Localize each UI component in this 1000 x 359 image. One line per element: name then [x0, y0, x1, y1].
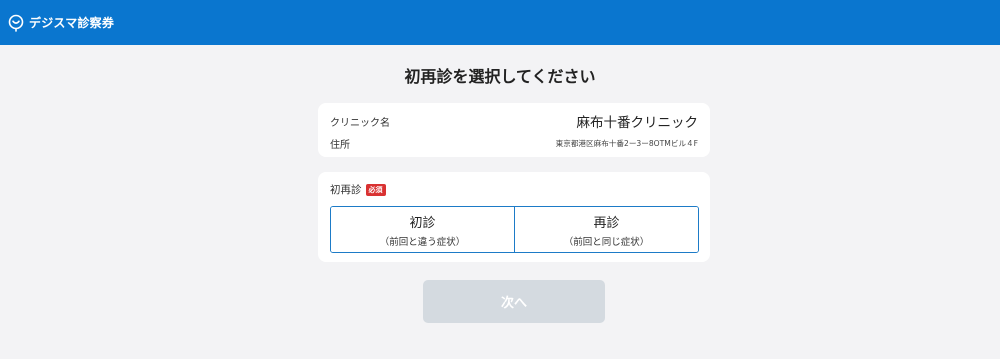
first-visit-subtitle: （前回と違う症状）: [379, 236, 466, 248]
app-header: デジスマ診察券: [0, 0, 1000, 45]
clinic-name-label: クリニック名: [330, 118, 390, 129]
location-pin-smile-icon: [7, 14, 25, 32]
address-value: 東京都港区麻布十番2ー3ー8OTMビル４F: [555, 139, 698, 148]
brand-name: デジスマ診察券: [29, 16, 115, 30]
first-visit-title: 初診: [409, 215, 436, 231]
page-title: 初再診を選択してください: [404, 67, 596, 86]
revisit-option[interactable]: 再診 （前回と同じ症状）: [514, 207, 698, 252]
address-label: 住所: [330, 140, 350, 151]
visit-type-choice-group: 初診 （前回と違う症状） 再診 （前回と同じ症状）: [330, 206, 699, 253]
revisit-title: 再診: [593, 215, 620, 231]
visit-type-card: 初再診 必須 初診 （前回と違う症状） 再診 （前回と同じ症状）: [318, 172, 710, 262]
clinic-name-value: 麻布十番クリニック: [576, 115, 699, 131]
next-button[interactable]: 次へ: [423, 280, 605, 323]
visit-type-label-row: 初再診 必須: [330, 182, 386, 197]
required-badge: 必須: [365, 183, 386, 196]
clinic-info-card: クリニック名 麻布十番クリニック 住所 東京都港区麻布十番2ー3ー8OTMビル４…: [318, 103, 710, 157]
revisit-subtitle: （前回と同じ症状）: [563, 236, 650, 248]
first-visit-option[interactable]: 初診 （前回と違う症状）: [331, 207, 514, 252]
visit-type-label: 初再診: [330, 184, 362, 196]
